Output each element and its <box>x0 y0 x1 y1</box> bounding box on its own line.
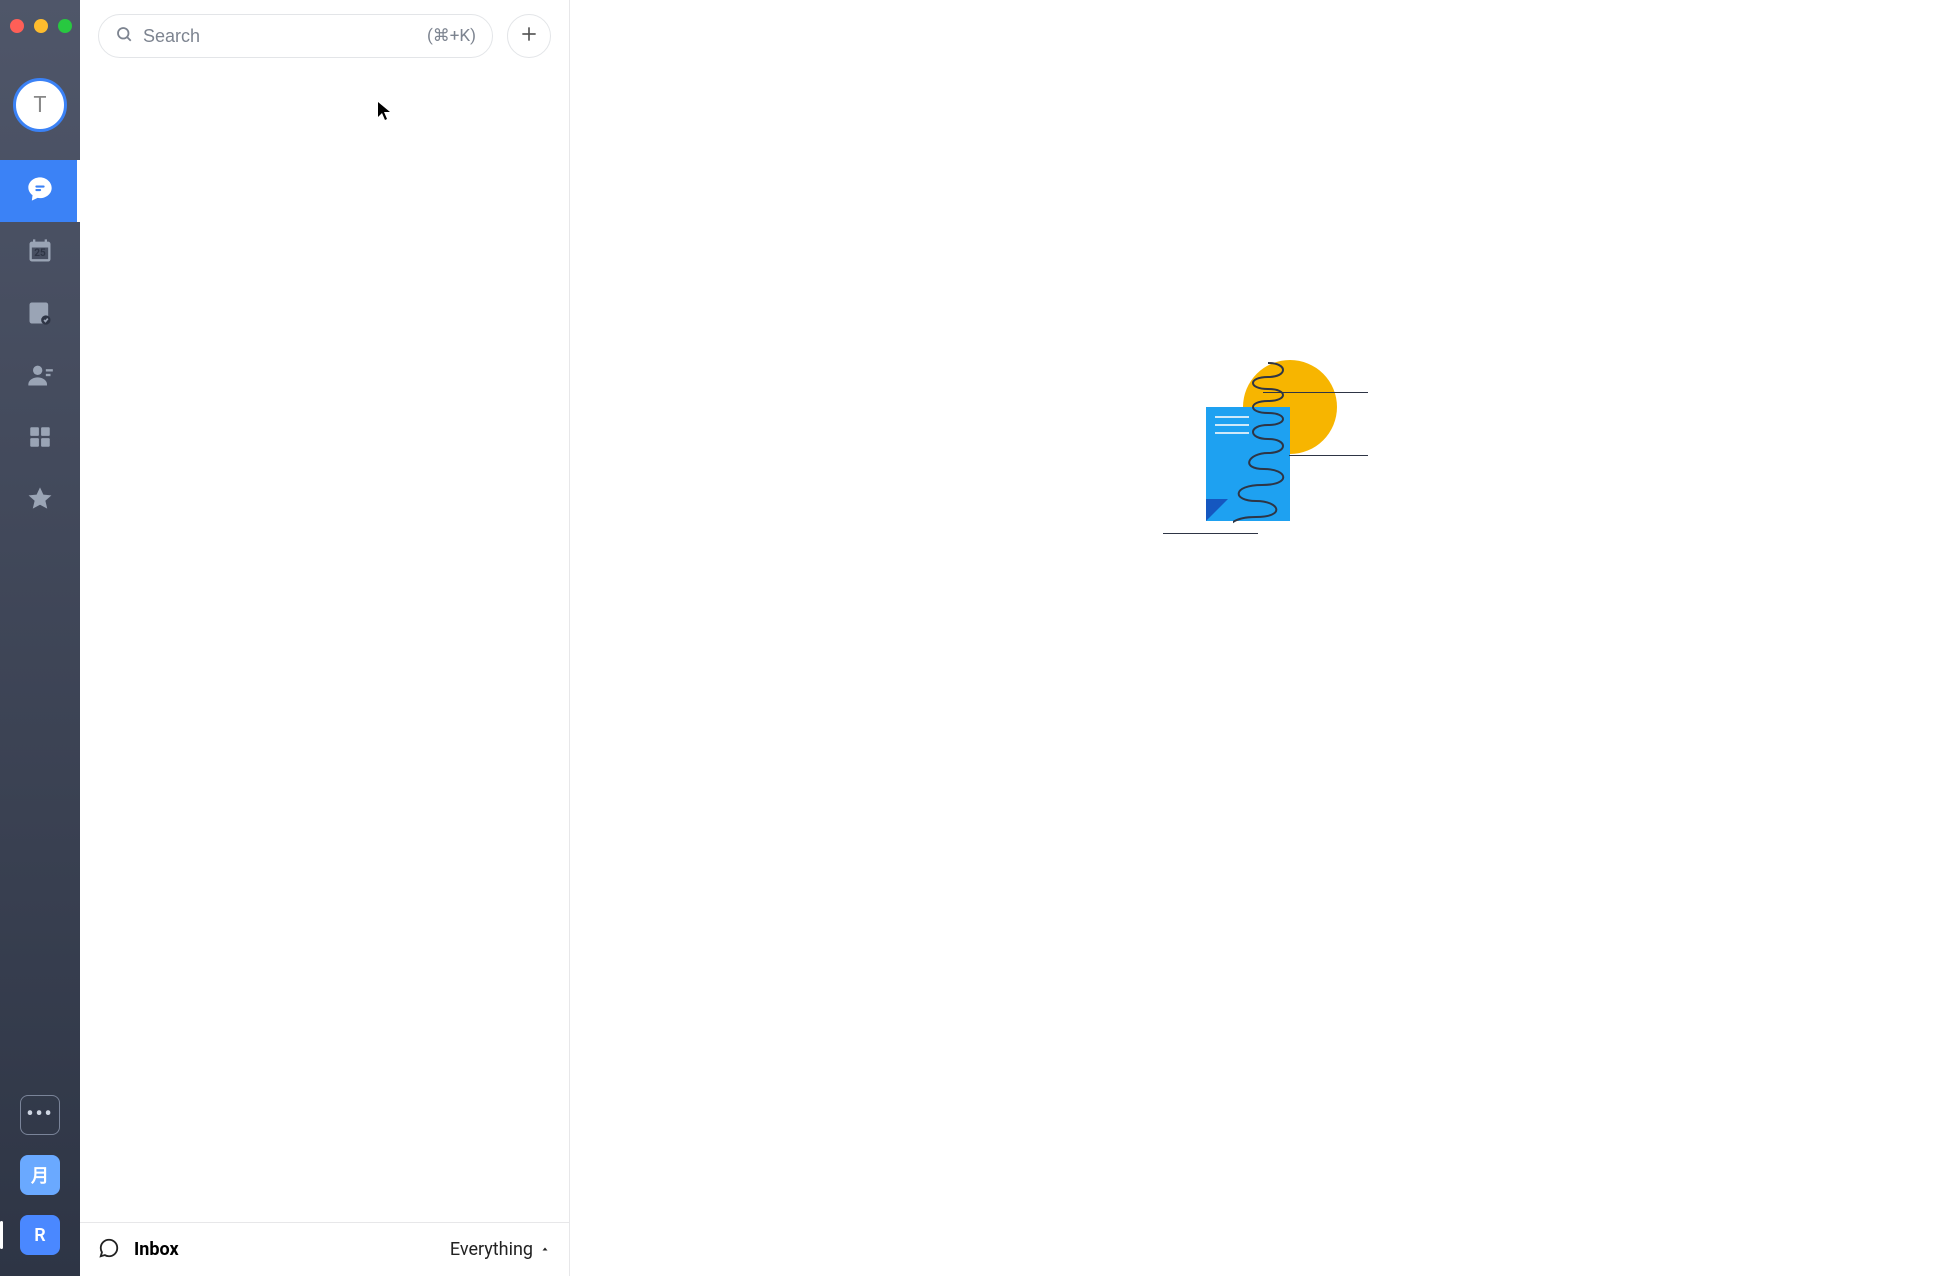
chat-icon <box>26 175 54 207</box>
workspace-tile-1[interactable]: 月 <box>20 1155 60 1195</box>
window-controls <box>10 19 72 33</box>
nav-starred[interactable] <box>0 470 80 532</box>
nav-chats[interactable] <box>0 160 80 222</box>
filter-dropdown[interactable]: Everything <box>450 1239 551 1260</box>
more-label: ••• <box>26 1101 53 1125</box>
window-close-button[interactable] <box>10 19 24 33</box>
search-icon <box>115 25 133 47</box>
nav-contacts[interactable] <box>0 346 80 408</box>
profile-avatar[interactable]: T <box>13 78 67 132</box>
list-body <box>80 68 569 1222</box>
window-minimize-button[interactable] <box>34 19 48 33</box>
search-shortcut: (⌘+K) <box>427 26 476 46</box>
detail-pane <box>570 0 1960 1276</box>
calendar-icon: 25 <box>26 237 54 269</box>
nav-calendar[interactable]: 25 <box>0 222 80 284</box>
window-maximize-button[interactable] <box>58 19 72 33</box>
rail-bottom: ••• 月 R <box>0 1095 80 1276</box>
footer-title: Inbox <box>134 1239 179 1260</box>
avatar-initial: T <box>33 93 46 118</box>
list-footer: Inbox Everything <box>80 1222 569 1276</box>
empty-state-illustration <box>1163 360 1368 538</box>
contacts-icon <box>26 361 54 393</box>
star-icon <box>26 485 54 517</box>
nav-apps[interactable] <box>0 408 80 470</box>
nav-notes[interactable] <box>0 284 80 346</box>
more-button[interactable]: ••• <box>20 1095 60 1135</box>
plus-icon <box>519 24 539 48</box>
apps-icon <box>27 424 53 454</box>
search-field-wrap[interactable]: (⌘+K) <box>98 14 493 58</box>
nav-rail: T 25 <box>0 0 80 1276</box>
rail-nav-list: 25 <box>0 160 80 532</box>
workspace-tile-1-label: 月 <box>31 1162 49 1188</box>
notes-icon <box>26 299 54 331</box>
workspace-tile-2[interactable]: R <box>20 1215 60 1255</box>
filter-label: Everything <box>450 1239 533 1260</box>
calendar-day-label: 25 <box>26 248 54 259</box>
list-pane: (⌘+K) Inbox Everything <box>80 0 570 1276</box>
cursor-indicator <box>377 101 391 121</box>
compose-button[interactable] <box>507 14 551 58</box>
search-input[interactable] <box>143 26 427 47</box>
list-header: (⌘+K) <box>80 0 569 68</box>
inbox-icon <box>98 1237 120 1263</box>
workspace-tile-2-label: R <box>34 1225 45 1246</box>
chevron-up-icon <box>539 1239 551 1260</box>
